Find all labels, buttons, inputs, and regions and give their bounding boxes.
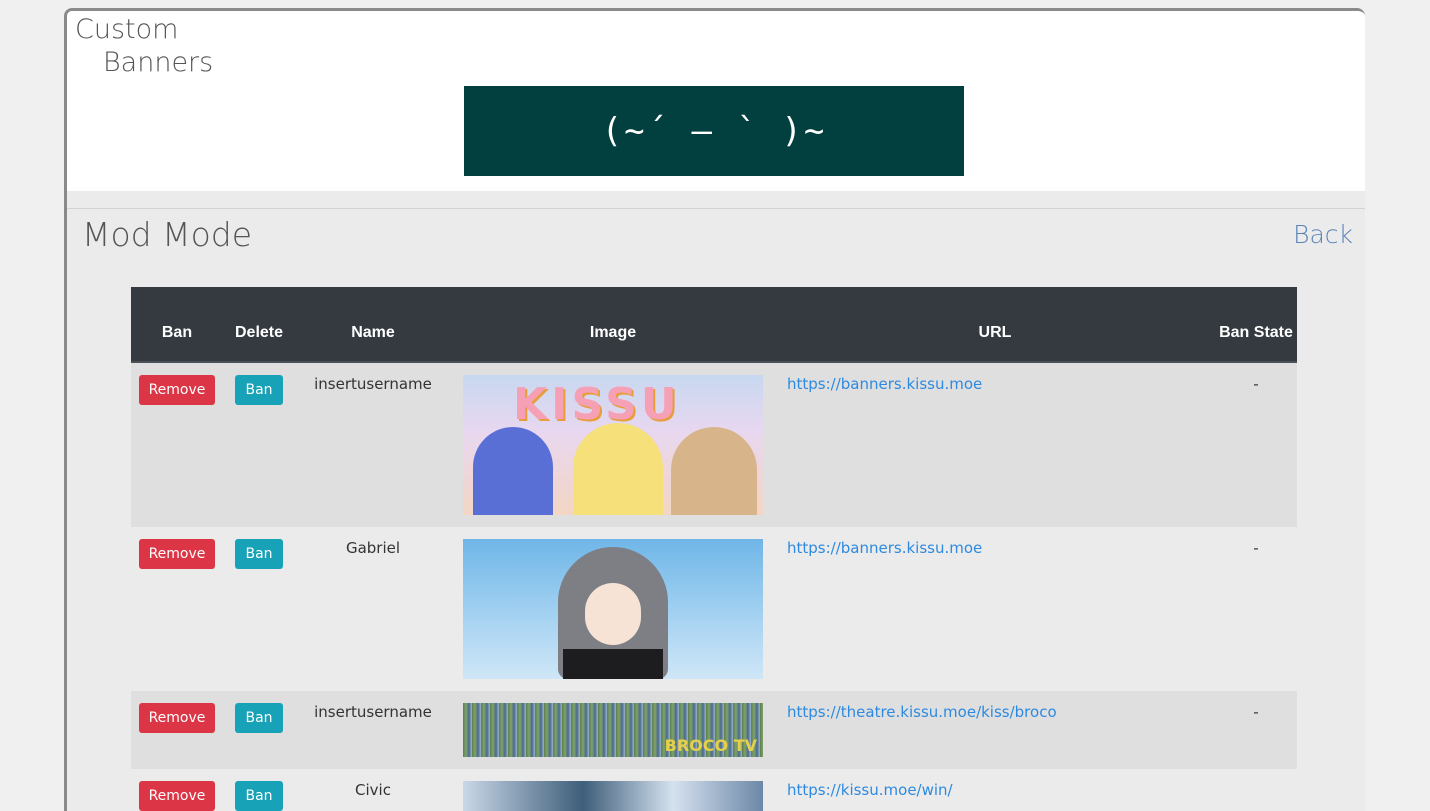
column-header-name: Name bbox=[295, 287, 451, 363]
ban-button[interactable]: Ban bbox=[235, 781, 283, 811]
banner-image[interactable]: BROCO TV bbox=[463, 703, 763, 757]
site-title: Custom Banners bbox=[75, 13, 213, 79]
ban-button[interactable]: Ban bbox=[235, 539, 283, 569]
row-ban-state bbox=[1215, 769, 1297, 811]
table-row: Remove Ban Gabriel https://banners.kissu… bbox=[131, 527, 1297, 691]
banners-table: Ban Delete Name Image URL Ban State Remo… bbox=[131, 287, 1297, 811]
table-header-row: Ban Delete Name Image URL Ban State bbox=[131, 287, 1297, 363]
character-shape bbox=[573, 423, 663, 515]
row-name: Civic bbox=[295, 769, 451, 811]
banner-text: (~´ — ` )~ bbox=[601, 111, 827, 151]
row-ban-state: - bbox=[1215, 527, 1297, 691]
page-title: Mod Mode bbox=[82, 215, 253, 254]
column-header-ban: Ban bbox=[131, 287, 223, 363]
banner-image[interactable] bbox=[463, 539, 763, 679]
site-title-line1: Custom bbox=[75, 14, 179, 45]
row-name: Gabriel bbox=[295, 527, 451, 691]
column-header-image: Image bbox=[451, 287, 775, 363]
banner-image-logo-text: KISSU bbox=[513, 379, 681, 430]
table-row: Remove Ban insertusername KISSU https://… bbox=[131, 362, 1297, 527]
column-header-delete: Delete bbox=[223, 287, 295, 363]
remove-button[interactable]: Remove bbox=[138, 375, 216, 405]
row-ban-state: - bbox=[1215, 691, 1297, 769]
ban-button[interactable]: Ban bbox=[235, 703, 283, 733]
column-header-url: URL bbox=[775, 287, 1215, 363]
row-name: insertusername bbox=[295, 362, 451, 527]
site-title-line2: Banners bbox=[103, 47, 214, 78]
banner-url-link[interactable]: https://kissu.moe/win/ bbox=[787, 781, 953, 799]
page-container: Custom Banners (~´ — ` )~ Mod Mode Back … bbox=[64, 8, 1365, 811]
banner-url-link[interactable]: https://banners.kissu.moe bbox=[787, 375, 982, 393]
remove-button[interactable]: Remove bbox=[138, 781, 216, 811]
remove-button[interactable]: Remove bbox=[138, 539, 216, 569]
table-row: Remove Ban Civic https://kissu.moe/win/ bbox=[131, 769, 1297, 811]
banner-image[interactable]: KISSU bbox=[463, 375, 763, 515]
row-ban-state: - bbox=[1215, 362, 1297, 527]
back-link[interactable]: Back bbox=[1293, 220, 1353, 249]
character-body-shape bbox=[563, 649, 663, 679]
divider bbox=[67, 208, 1365, 209]
banner-image[interactable] bbox=[463, 781, 763, 811]
row-name: insertusername bbox=[295, 691, 451, 769]
banners-table-container: Ban Delete Name Image URL Ban State Remo… bbox=[131, 287, 1297, 811]
banner-image-logo-text: BROCO TV bbox=[664, 736, 757, 755]
character-face-shape bbox=[585, 583, 641, 645]
banner-url-link[interactable]: https://theatre.kissu.moe/kiss/broco bbox=[787, 703, 1057, 721]
character-shape bbox=[473, 427, 553, 515]
current-banner: (~´ — ` )~ bbox=[464, 86, 964, 176]
header-area: Custom Banners (~´ — ` )~ bbox=[67, 11, 1365, 191]
banner-url-link[interactable]: https://banners.kissu.moe bbox=[787, 539, 982, 557]
table-row: Remove Ban insertusername BROCO TV https… bbox=[131, 691, 1297, 769]
character-shape bbox=[671, 427, 757, 515]
column-header-ban-state: Ban State bbox=[1215, 287, 1297, 363]
ban-button[interactable]: Ban bbox=[235, 375, 283, 405]
remove-button[interactable]: Remove bbox=[138, 703, 216, 733]
